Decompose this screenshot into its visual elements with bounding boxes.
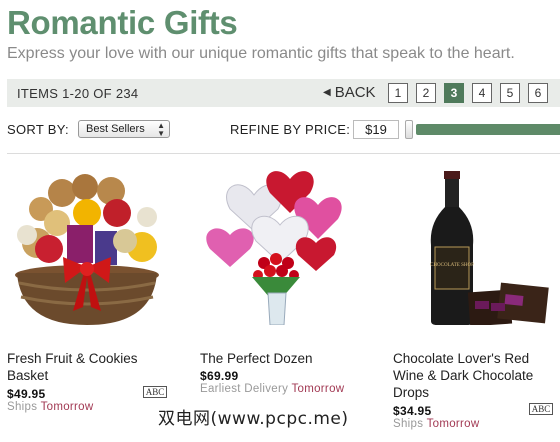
ship-prefix: Earliest Delivery <box>200 383 289 395</box>
ship-when: Tomorrow <box>40 401 94 413</box>
page-subtitle: Express your love with our unique romant… <box>7 45 515 62</box>
ship-when: Tomorrow <box>291 383 345 395</box>
product-price: $49.95 <box>7 387 46 401</box>
page-title: Romantic Gifts <box>7 4 238 41</box>
filter-controls: SORT BY: Best Sellers ▲ ▼ REFINE BY PRICE… <box>7 120 560 140</box>
product-name[interactable]: The Perfect Dozen <box>200 350 360 367</box>
product-name[interactable]: Fresh Fruit & Cookies Basket <box>7 350 157 384</box>
items-count: ITEMS 1-20 OF 234 <box>17 86 139 101</box>
price-slider-handle[interactable] <box>405 120 413 139</box>
page-1-button[interactable]: 1 <box>388 83 408 103</box>
ship-info: Ships Tomorrow <box>393 418 479 430</box>
roses-balloons-image[interactable] <box>200 165 360 325</box>
product-price: $69.99 <box>200 369 239 383</box>
product-price: $34.95 <box>393 404 432 418</box>
price-slider-track[interactable] <box>416 124 560 135</box>
refine-price-label: REFINE BY PRICE: <box>230 122 351 137</box>
sort-select[interactable]: Best Sellers ▲ ▼ <box>78 120 170 138</box>
ship-info: Earliest Delivery Tomorrow <box>200 383 344 395</box>
back-label: BACK <box>334 84 376 101</box>
ship-when: Tomorrow <box>426 418 480 430</box>
ship-prefix: Ships <box>393 418 424 430</box>
sort-label: SORT BY: <box>7 122 69 137</box>
divider <box>7 153 560 154</box>
back-link[interactable]: ◀ BACK <box>323 84 376 101</box>
page-5-button[interactable]: 5 <box>500 83 520 103</box>
page-3-button[interactable]: 3 <box>444 83 464 103</box>
wine-label: CHOCOLATE SHOP <box>430 263 474 268</box>
page-2-button[interactable]: 2 <box>416 83 436 103</box>
back-arrow-icon: ◀ <box>323 87 331 98</box>
sort-value: Best Sellers <box>86 123 145 135</box>
product-name[interactable]: Chocolate Lover's Red Wine & Dark Chocol… <box>393 350 553 401</box>
ship-prefix: Ships <box>7 401 38 413</box>
pagination-bar: ITEMS 1-20 OF 234 ◀ BACK 1 2 3 4 5 6 <box>7 79 560 107</box>
page-6-button[interactable]: 6 <box>528 83 548 103</box>
price-input[interactable]: $19 <box>353 120 399 139</box>
abc-badge-icon: ABC <box>143 386 167 398</box>
select-arrows-icon: ▲ ▼ <box>157 121 165 138</box>
wine-chocolate-image[interactable]: CHOCOLATE SHOP <box>393 165 553 325</box>
ship-info: Ships Tomorrow <box>7 401 93 413</box>
abc-badge-icon: ABC <box>529 403 553 415</box>
watermark: 双电网(www.pcpc.me) <box>158 409 349 429</box>
page-4-button[interactable]: 4 <box>472 83 492 103</box>
fruit-basket-image[interactable] <box>7 165 167 325</box>
